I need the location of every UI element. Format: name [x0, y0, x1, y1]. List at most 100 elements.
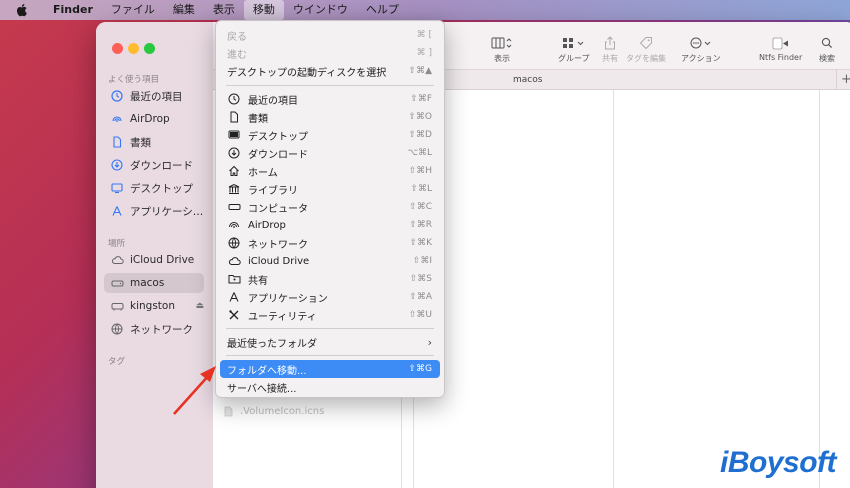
red-arrow-icon [173, 366, 216, 415]
columns-view-icon [491, 35, 513, 51]
sidebar-item-recents[interactable]: 最近の項目 [104, 86, 204, 106]
tags-header: タグ [108, 357, 126, 367]
menu-go[interactable]: 移動 [243, 0, 284, 20]
file-name: .VolumeIcon.icns [240, 406, 325, 417]
apple-logo-icon[interactable] [14, 2, 30, 18]
menu-finder[interactable]: Finder [44, 0, 102, 20]
menu-view[interactable]: 表示 [204, 0, 244, 20]
applications-icon [227, 290, 241, 304]
share-label: 共有 [602, 54, 618, 63]
go-menu: 戻る ⌘ [ 進む ⌘ ] デスクトップの起動ディスクを選択 ⇧⌘▲ 最近の項目… [215, 20, 445, 398]
finder-window: よく使う項目 最近の項目 AirDrop 書類 ダウンロード デスクトップ アプ… [96, 22, 850, 488]
menu-item-shortcut: ⇧⌘▲ [408, 66, 432, 76]
sidebar-item-desktop[interactable]: デスクトップ [104, 178, 204, 198]
sidebar-item-airdrop[interactable]: AirDrop [104, 109, 204, 129]
eject-icon[interactable]: ⏏ [195, 301, 204, 311]
list-item[interactable]: .VolumeIcon.icns [223, 406, 324, 417]
sidebar-item-documents[interactable]: 書類 [104, 132, 204, 152]
close-window-button[interactable] [112, 43, 123, 54]
group-label: グループ [558, 54, 590, 63]
menu-item-shortcut: ⇧⌘K [409, 238, 432, 248]
menu-item-label: 共有 [248, 275, 268, 287]
menu-item-library[interactable]: ライブラリ ⇧⌘L [220, 180, 440, 198]
menu-item-shared[interactable]: 共有 ⇧⌘S [220, 270, 440, 288]
menu-item-back[interactable]: 戻る ⌘ [ [220, 26, 440, 44]
menu-item-shortcut: ⇧⌘R [409, 220, 432, 230]
menu-item-label: デスクトップ [248, 131, 308, 143]
action-button[interactable]: アクション [681, 35, 721, 64]
menu-item-desktop[interactable]: デスクトップ ⇧⌘D [220, 126, 440, 144]
menu-item-startup-disk[interactable]: デスクトップの起動ディスクを選択 ⇧⌘▲ [220, 62, 440, 80]
ntfs-finder-label: Ntfs Finder [759, 53, 803, 62]
tag-icon [639, 35, 653, 51]
clock-icon [227, 92, 241, 106]
ntfs-finder-button[interactable]: Ntfs Finder [759, 35, 802, 62]
sidebar-item-macos[interactable]: macos [104, 273, 204, 293]
menu-edit[interactable]: 編集 [164, 0, 204, 20]
menu-item-forward[interactable]: 進む ⌘ ] [220, 44, 440, 62]
menu-item-shortcut: ⌘ ] [416, 48, 432, 58]
home-icon [227, 164, 241, 178]
menu-item-go-to-folder[interactable]: フォルダへ移動... ⇧⌘G [220, 360, 440, 378]
menu-item-label: ユーティリティ [248, 311, 317, 323]
airdrop-icon [227, 218, 241, 232]
menu-item-home[interactable]: ホーム ⇧⌘H [220, 162, 440, 180]
sidebar-item-applications[interactable]: アプリケーシ… [104, 201, 204, 221]
menu-item-shortcut: ⇧⌘L [410, 184, 432, 194]
menu-item-label: 進む [227, 49, 247, 61]
menu-item-network[interactable]: ネットワーク ⇧⌘K [220, 234, 440, 252]
edit-tags-button[interactable]: タグを編集 [626, 35, 666, 64]
edit-tags-label: タグを編集 [626, 54, 666, 63]
menu-item-applications[interactable]: アプリケーション ⇧⌘A [220, 288, 440, 306]
menu-item-airdrop[interactable]: AirDrop ⇧⌘R [220, 216, 440, 234]
menu-bar: Finder ファイル 編集 表示 移動 ウインドウ ヘルプ [0, 0, 850, 20]
search-button[interactable]: 検索 [819, 35, 835, 64]
menu-item-recents[interactable]: 最近の項目 ⇧⌘F [220, 90, 440, 108]
menu-item-label: AirDrop [248, 219, 286, 231]
menu-item-shortcut: ⌥⌘L [407, 148, 432, 158]
menu-item-downloads[interactable]: ダウンロード ⌥⌘L [220, 144, 440, 162]
sidebar-item-label: ネットワーク [130, 323, 193, 336]
menu-item-shortcut: ⇧⌘C [409, 202, 432, 212]
clock-icon [110, 89, 124, 103]
column-divider[interactable] [819, 90, 820, 488]
menu-separator [226, 85, 434, 86]
sidebar-item-icloud-drive[interactable]: iCloud Drive [104, 250, 204, 270]
view-button[interactable]: 表示 [491, 35, 513, 64]
sidebar-item-label: AirDrop [130, 113, 170, 125]
menu-item-label: 戻る [227, 31, 247, 43]
menu-item-label: ネットワーク [248, 239, 308, 251]
sidebar-item-downloads[interactable]: ダウンロード [104, 155, 204, 175]
sidebar-item-label: 最近の項目 [130, 90, 183, 103]
menu-window[interactable]: ウインドウ [284, 0, 357, 20]
menu-item-connect-to-server[interactable]: サーバへ接続... [220, 378, 440, 396]
menu-item-utilities[interactable]: ユーティリティ ⇧⌘U [220, 306, 440, 324]
column-divider[interactable] [613, 90, 614, 488]
new-tab-button[interactable]: + [836, 70, 850, 90]
menu-help[interactable]: ヘルプ [357, 0, 408, 20]
menu-item-documents[interactable]: 書類 ⇧⌘O [220, 108, 440, 126]
minimize-window-button[interactable] [128, 43, 139, 54]
group-grid-icon [562, 35, 586, 51]
locations-header: 場所 [108, 239, 126, 249]
applications-icon [110, 204, 124, 218]
menu-item-label: ダウンロード [248, 149, 308, 161]
menu-item-recent-folders[interactable]: 最近使ったフォルダ › [220, 333, 440, 351]
share-icon [604, 35, 616, 51]
view-label: 表示 [494, 54, 510, 63]
cloud-icon [110, 253, 124, 267]
zoom-window-button[interactable] [144, 43, 155, 54]
menu-item-computer[interactable]: コンピュータ ⇧⌘C [220, 198, 440, 216]
sidebar-item-network[interactable]: ネットワーク [104, 319, 204, 339]
menu-file[interactable]: ファイル [102, 0, 164, 20]
sidebar-item-label: ダウンロード [130, 159, 193, 172]
menu-item-label: ホーム [248, 167, 278, 179]
sidebar-item-label: kingston [130, 300, 175, 312]
ellipsis-circle-icon [689, 35, 713, 51]
share-button[interactable]: 共有 [602, 35, 618, 64]
sidebar-item-kingston[interactable]: kingston ⏏ [104, 296, 204, 316]
menu-item-icloud-drive[interactable]: iCloud Drive ⇧⌘I [220, 252, 440, 270]
window-title: macos [513, 75, 543, 85]
sidebar: よく使う項目 最近の項目 AirDrop 書類 ダウンロード デスクトップ アプ… [96, 22, 213, 488]
group-button[interactable]: グループ [558, 35, 590, 64]
